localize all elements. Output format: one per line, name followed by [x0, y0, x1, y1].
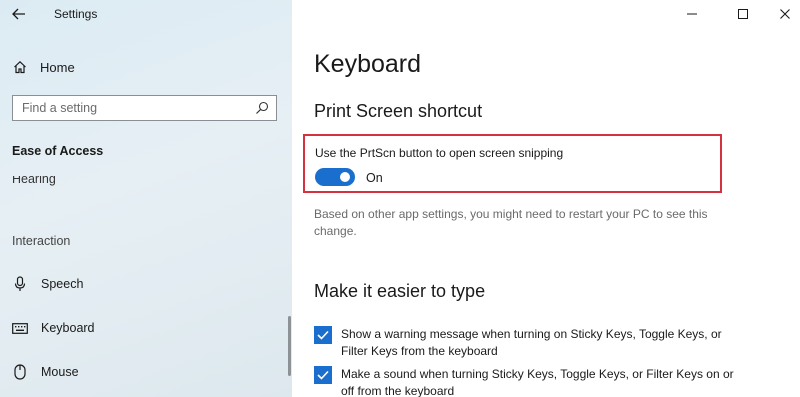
sidebar: Settings Home Ease of Access Hearing Int… — [0, 0, 292, 397]
close-button[interactable] — [774, 4, 796, 24]
checkbox-row-warning-message[interactable]: Show a warning message when turning on S… — [314, 326, 784, 360]
checkbox-label: Show a warning message when turning on S… — [341, 327, 722, 358]
sidebar-item-label: Speech — [41, 277, 84, 291]
sidebar-item-keyboard[interactable]: Keyboard — [12, 317, 282, 339]
toggle-state-label: On — [366, 171, 383, 185]
checkbox-row-make-sound[interactable]: Make a sound when turning Sticky Keys, T… — [314, 366, 784, 397]
sidebar-item-hearing-label: Hearing — [12, 176, 56, 186]
checkbox-warning-message[interactable] — [314, 326, 332, 344]
prtscn-toggle-switch[interactable] — [315, 168, 355, 186]
mouse-icon — [12, 364, 28, 380]
section-heading: Ease of Access — [12, 144, 104, 158]
maximize-button[interactable] — [732, 4, 754, 24]
microphone-icon — [12, 276, 28, 292]
title-bar: Settings — [0, 0, 292, 28]
sidebar-item-label: Keyboard — [41, 321, 95, 335]
keyboard-icon — [12, 320, 28, 336]
maximize-icon — [738, 9, 748, 19]
section-title-easier-to-type: Make it easier to type — [314, 281, 486, 301]
toggle-knob — [340, 172, 350, 182]
restart-note: Based on other app settings, you might n… — [314, 207, 708, 238]
app-title: Settings — [54, 7, 98, 21]
nav-home-label: Home — [40, 59, 75, 75]
sidebar-item-speech[interactable]: Speech — [12, 273, 282, 295]
checkbox-make-sound[interactable] — [314, 366, 332, 384]
search-input[interactable] — [13, 97, 242, 119]
page-title: Keyboard — [314, 50, 422, 78]
checkmark-icon — [317, 370, 329, 380]
main-content: Keyboard Print Screen shortcut Use the P… — [292, 0, 800, 397]
sidebar-item-hearing[interactable]: Hearing — [12, 176, 56, 186]
minimize-icon — [687, 13, 697, 15]
sidebar-scrollbar[interactable] — [288, 316, 291, 376]
search-box[interactable] — [12, 95, 277, 121]
close-icon — [780, 9, 790, 19]
home-icon — [12, 59, 28, 75]
checkmark-icon — [317, 330, 329, 340]
checkbox-label: Make a sound when turning Sticky Keys, T… — [341, 367, 734, 397]
prtscn-setting-label: Use the PrtScn button to open screen sni… — [315, 146, 564, 160]
search-icon[interactable] — [255, 101, 269, 115]
minimize-button[interactable] — [681, 4, 703, 24]
group-label-interaction: Interaction — [12, 234, 71, 248]
back-button[interactable] — [10, 5, 28, 23]
back-arrow-icon — [12, 8, 25, 20]
sidebar-item-label: Mouse — [41, 365, 79, 379]
nav-home[interactable]: Home — [12, 56, 282, 78]
section-title-print-screen: Print Screen shortcut — [314, 101, 483, 121]
sidebar-item-mouse[interactable]: Mouse — [12, 361, 282, 383]
